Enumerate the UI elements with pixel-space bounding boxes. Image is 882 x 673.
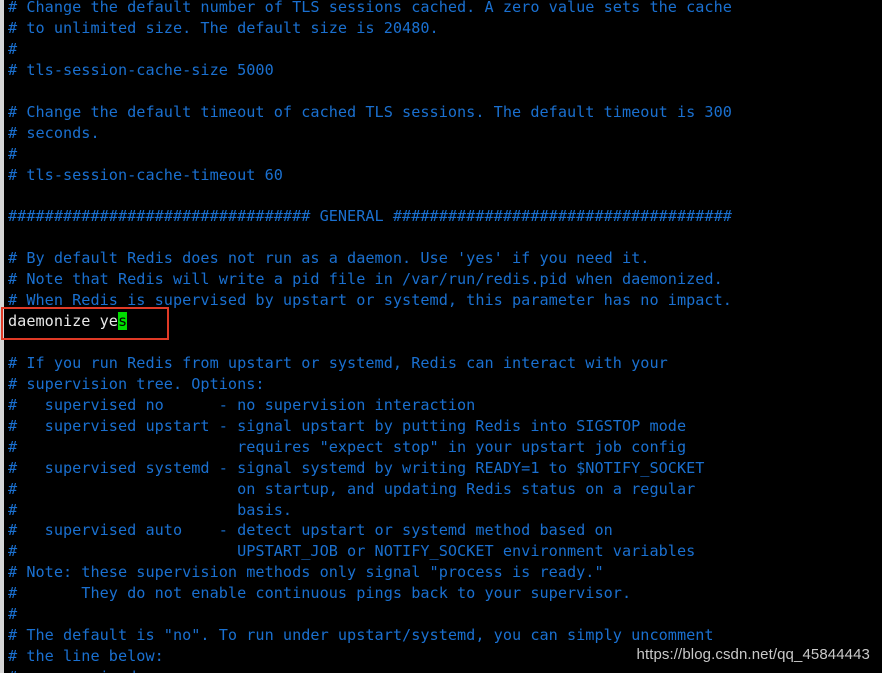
terminal-screen: # Change the default number of TLS sessi… <box>0 0 882 673</box>
buffer-line[interactable]: # Note: these supervision methods only s… <box>8 562 882 583</box>
buffer-line[interactable]: # tls-session-cache-timeout 60 <box>8 165 882 186</box>
buffer-line[interactable]: # supervised auto - detect upstart or sy… <box>8 520 882 541</box>
buffer-line[interactable]: # supervised no <box>8 667 882 673</box>
buffer-line[interactable]: # supervised systemd - signal systemd by… <box>8 458 882 479</box>
vim-block-cursor: s <box>117 312 128 331</box>
buffer-line[interactable]: # basis. <box>8 500 882 521</box>
buffer-line[interactable]: # <box>8 604 882 625</box>
buffer-line[interactable]: # requires "expect stop" in your upstart… <box>8 437 882 458</box>
buffer-line[interactable]: # By default Redis does not run as a dae… <box>8 248 882 269</box>
buffer-line[interactable]: # seconds. <box>8 123 882 144</box>
buffer-line[interactable]: # supervision tree. Options: <box>8 374 882 395</box>
buffer-line[interactable]: daemonize yes <box>8 311 882 332</box>
buffer-line[interactable] <box>8 81 882 102</box>
buffer-line[interactable]: # on startup, and updating Redis status … <box>8 479 882 500</box>
buffer-line[interactable]: # to unlimited size. The default size is… <box>8 18 882 39</box>
buffer-line[interactable]: # supervised upstart - signal upstart by… <box>8 416 882 437</box>
buffer-line[interactable]: # Change the default timeout of cached T… <box>8 102 882 123</box>
buffer-line[interactable]: ################################# GENERA… <box>8 206 882 227</box>
buffer-line[interactable]: # UPSTART_JOB or NOTIFY_SOCKET environme… <box>8 541 882 562</box>
buffer-line[interactable]: # If you run Redis from upstart or syste… <box>8 353 882 374</box>
buffer-line[interactable] <box>8 185 882 206</box>
buffer-line[interactable]: # supervised no - no supervision interac… <box>8 395 882 416</box>
buffer-line[interactable]: # <box>8 39 882 60</box>
buffer-line[interactable]: # Note that Redis will write a pid file … <box>8 269 882 290</box>
text-buffer[interactable]: # Change the default number of TLS sessi… <box>8 0 882 673</box>
buffer-line[interactable]: # <box>8 144 882 165</box>
buffer-line[interactable]: # The default is "no". To run under upst… <box>8 625 882 646</box>
buffer-line[interactable]: # Change the default number of TLS sessi… <box>8 0 882 18</box>
buffer-line[interactable]: # When Redis is supervised by upstart or… <box>8 290 882 311</box>
buffer-line[interactable]: # They do not enable continuous pings ba… <box>8 583 882 604</box>
csdn-watermark: https://blog.csdn.net/qq_45844443 <box>636 646 870 663</box>
buffer-line[interactable] <box>8 227 882 248</box>
window-left-edge <box>0 0 4 673</box>
buffer-line[interactable] <box>8 332 882 353</box>
buffer-line[interactable]: # tls-session-cache-size 5000 <box>8 60 882 81</box>
